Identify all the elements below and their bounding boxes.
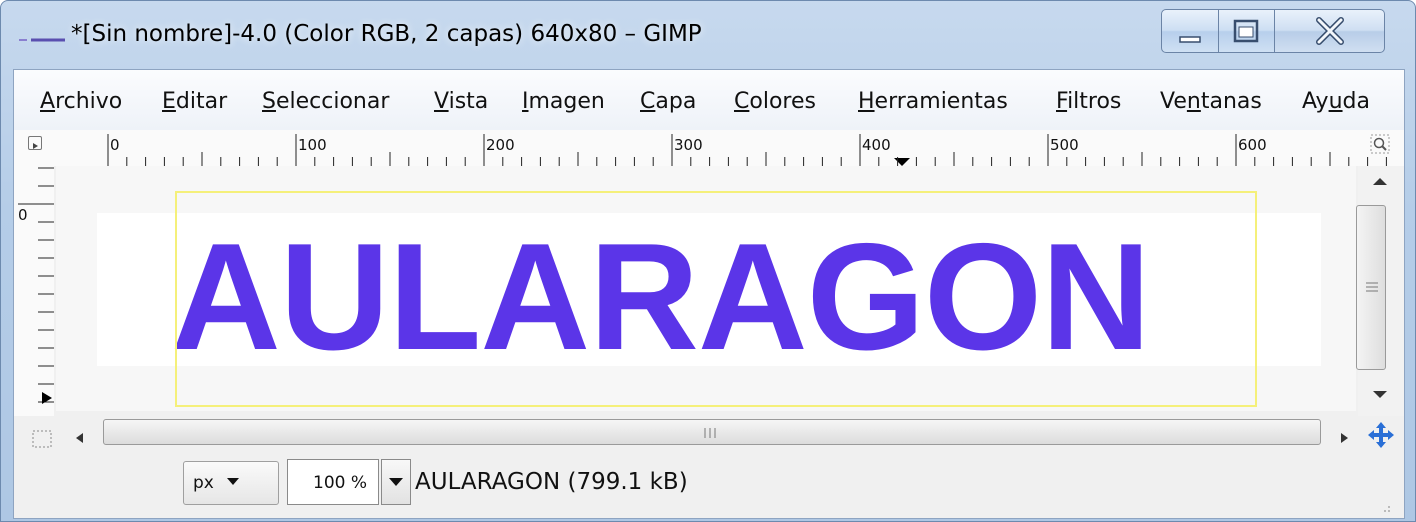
unit-value: px: [193, 473, 214, 493]
close-icon: [1316, 17, 1344, 45]
image-menu-button[interactable]: [28, 136, 42, 150]
menu-ventanas[interactable]: Ventanas: [1160, 89, 1262, 114]
gimp-window: *[Sin nombre]-4.0 (Color RGB, 2 capas) 6…: [0, 0, 1416, 522]
arrow-left-icon[interactable]: [72, 430, 88, 446]
vertical-ruler[interactable]: 0: [14, 166, 54, 416]
maximize-button[interactable]: [1219, 9, 1275, 53]
vertical-scroll-thumb[interactable]: [1356, 205, 1386, 370]
title-bar[interactable]: *[Sin nombre]-4.0 (Color RGB, 2 capas) 6…: [1, 1, 1415, 65]
gimp-wilber-icon: [19, 38, 65, 42]
grip-icon: [1366, 282, 1378, 292]
horizontal-ruler[interactable]: 0 100 200 300 400 500 600: [14, 130, 1404, 166]
ruler-label: 400: [862, 136, 891, 154]
arrow-right-icon[interactable]: [1336, 430, 1352, 446]
arrow-right-icon: [33, 143, 38, 149]
menu-filtros[interactable]: Filtros: [1056, 89, 1121, 114]
arrow-up-icon[interactable]: [1370, 174, 1390, 188]
menu-herramientas[interactable]: Herramientas: [858, 89, 1008, 114]
navigate-icon[interactable]: [1366, 420, 1396, 450]
minimize-icon: [1179, 36, 1201, 43]
close-button[interactable]: [1275, 9, 1385, 53]
zoom-image-icon[interactable]: [1370, 134, 1390, 154]
zoom-dropdown-button[interactable]: [381, 459, 411, 505]
maximize-icon: [1233, 19, 1259, 43]
chevron-down-icon: [227, 478, 239, 485]
menu-imagen[interactable]: Imagen: [522, 89, 605, 114]
menu-capa[interactable]: Capa: [640, 89, 696, 114]
menu-editar[interactable]: Editar: [162, 89, 227, 114]
menu-ayuda[interactable]: Ayuda: [1302, 89, 1370, 114]
menu-vista[interactable]: Vista: [434, 89, 488, 114]
menu-colores[interactable]: Colores: [734, 89, 816, 114]
resize-grip-icon[interactable]: [1378, 500, 1392, 514]
chevron-down-icon: [389, 478, 403, 486]
arrow-down-icon[interactable]: [1370, 388, 1390, 402]
ruler-label: 200: [486, 136, 515, 154]
zoom-value: 100 %: [313, 473, 368, 493]
ruler-label: 0: [110, 136, 120, 154]
ruler-ticks: 0 100 200 300 400 500 600: [107, 134, 1387, 166]
pointer-marker: [894, 158, 910, 166]
ruler-label: 100: [298, 136, 327, 154]
quick-mask-icon[interactable]: [32, 430, 52, 448]
ruler-label: 0: [18, 206, 28, 224]
menu-archivo[interactable]: Archivo: [40, 89, 122, 114]
grip-icon: [704, 428, 716, 438]
layer-boundary: [175, 191, 1257, 407]
menu-bar: Archivo Editar Seleccionar Vista Imagen …: [14, 70, 1404, 130]
ruler-label: 600: [1238, 136, 1267, 154]
status-info: AULARAGON (799.1 kB): [415, 469, 688, 495]
minimize-button[interactable]: [1161, 9, 1219, 53]
horizontal-scroll-thumb[interactable]: [103, 419, 1321, 445]
ruler-ticks: 0: [18, 167, 54, 404]
ruler-label: 500: [1050, 136, 1079, 154]
menu-seleccionar[interactable]: Seleccionar: [262, 89, 389, 114]
ruler-label: 300: [674, 136, 703, 154]
window-title: *[Sin nombre]-4.0 (Color RGB, 2 capas) 6…: [71, 21, 702, 47]
